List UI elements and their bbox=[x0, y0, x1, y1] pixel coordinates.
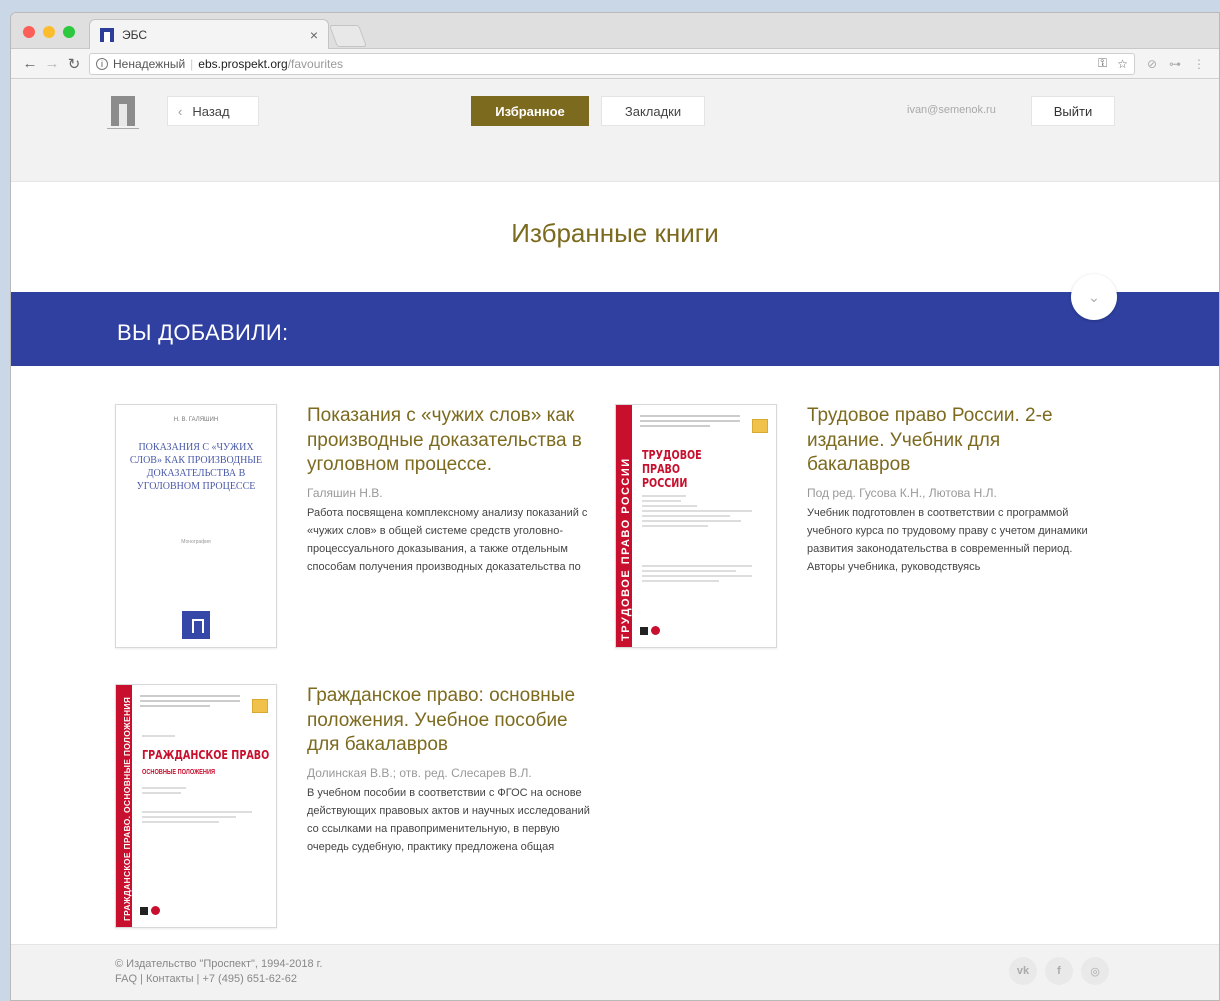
close-window-button[interactable] bbox=[23, 26, 35, 38]
browser-window: ЭБС × ← → ↻ i Ненадежный | ebs.prospekt.… bbox=[10, 12, 1220, 1001]
favourites-list: Н. В. ГАЛЯШИН ПОКАЗАНИЯ С «ЧУЖИХ СЛОВ» К… bbox=[11, 366, 1219, 928]
extension-key-icon[interactable]: ⊶ bbox=[1169, 57, 1181, 71]
forward-arrow-icon[interactable]: → bbox=[41, 55, 63, 72]
browser-toolbar: ← → ↻ i Ненадежный | ebs.prospekt.org /f… bbox=[11, 49, 1219, 79]
footer-links[interactable]: FAQ | Контакты | +7 (495) 651-62-62 bbox=[115, 972, 322, 987]
chevron-left-icon: ‹ bbox=[178, 103, 183, 119]
instagram-icon[interactable]: ◎ bbox=[1081, 957, 1109, 985]
book-description: Работа посвящена комплексному анализу по… bbox=[307, 507, 588, 574]
cover-author: Н. В. ГАЛЯШИН bbox=[173, 417, 219, 423]
star-icon[interactable]: ☆ bbox=[1117, 57, 1128, 71]
book-cover[interactable]: Н. В. ГАЛЯШИН ПОКАЗАНИЯ С «ЧУЖИХ СЛОВ» К… bbox=[115, 404, 277, 648]
chevron-down-icon[interactable]: ⌄ bbox=[1071, 274, 1117, 320]
vk-icon[interactable]: vk bbox=[1009, 957, 1037, 985]
url-host: ebs.prospekt.org bbox=[198, 56, 288, 71]
book-title[interactable]: Трудовое право России. 2-е издание. Учеб… bbox=[807, 404, 1097, 478]
tab-title: ЭБС bbox=[122, 27, 148, 42]
back-button-label: Назад bbox=[192, 103, 230, 119]
book-authors: Долинская В.В.; отв. ред. Слесарев В.Л. bbox=[307, 766, 532, 781]
cover-spine: ТРУДОВОЕ ПРАВО РОССИИ bbox=[616, 405, 632, 647]
book-cover[interactable]: ТРУДОВОЕ ПРАВО РОССИИ ТРУДОВОЕ ПРАВО РОС… bbox=[615, 404, 777, 648]
cover-subtitle: ОСНОВНЫЕ ПОЛОЖЕНИЯ bbox=[142, 769, 216, 776]
site-header: ‹ Назад Избранное Закладки ivan@semenok.… bbox=[11, 80, 1219, 182]
cover-subtitle: Монография bbox=[181, 539, 211, 545]
publisher-logos-icon bbox=[640, 626, 660, 635]
window-controls bbox=[23, 26, 75, 38]
section-band: ВЫ ДОБАВИЛИ: ⌄ bbox=[11, 274, 1219, 366]
cover-title: ПОКАЗАНИЯ С «ЧУЖИХ СЛОВ» КАК ПРОИЗВОДНЫЕ… bbox=[129, 442, 263, 492]
bookmarks-button[interactable]: Закладки bbox=[601, 96, 705, 126]
menu-icon[interactable]: ⋮ bbox=[1193, 57, 1205, 71]
reload-icon[interactable]: ↻ bbox=[63, 55, 85, 73]
browser-tab[interactable]: ЭБС × bbox=[89, 19, 329, 49]
tab-close-icon[interactable]: × bbox=[310, 27, 318, 43]
favourites-button[interactable]: Избранное bbox=[471, 96, 589, 126]
url-path: /favourites bbox=[287, 56, 344, 71]
cover-badge-icon bbox=[252, 699, 268, 713]
book-authors: Галяшин Н.В. bbox=[307, 486, 383, 501]
publisher-logo-icon bbox=[182, 611, 210, 639]
back-arrow-icon[interactable]: ← bbox=[19, 55, 41, 72]
minimize-window-button[interactable] bbox=[43, 26, 55, 38]
book-title[interactable]: Показания с «чужих слов» как производные… bbox=[307, 404, 597, 478]
book-cover[interactable]: ГРАЖДАНСКОЕ ПРАВО. ОСНОВНЫЕ ПОЛОЖЕНИЯ ГР… bbox=[115, 684, 277, 928]
book-card: Н. В. ГАЛЯШИН ПОКАЗАНИЯ С «ЧУЖИХ СЛОВ» К… bbox=[115, 404, 615, 654]
page-title-section: Избранные книги bbox=[11, 182, 1219, 292]
key-icon[interactable]: ⚿ bbox=[1098, 56, 1107, 71]
book-description: В учебном пособии в соответствии с ФГОС … bbox=[307, 787, 590, 854]
page-title: Избранные книги bbox=[511, 217, 719, 248]
address-bar[interactable]: i Ненадежный | ebs.prospekt.org /favouri… bbox=[89, 52, 1135, 75]
cover-spine-text: ГРАЖДАНСКОЕ ПРАВО. ОСНОВНЫЕ ПОЛОЖЕНИЯ bbox=[122, 696, 132, 921]
new-tab-button[interactable] bbox=[328, 25, 368, 47]
book-card: ГРАЖДАНСКОЕ ПРАВО. ОСНОВНЫЕ ПОЛОЖЕНИЯ ГР… bbox=[115, 684, 615, 934]
book-description: Учебник подготовлен в соответствии с про… bbox=[807, 507, 1088, 574]
book-title[interactable]: Гражданское право: основные положения. У… bbox=[307, 684, 597, 758]
insecure-label: Ненадежный bbox=[113, 56, 186, 71]
tab-strip: ЭБС × bbox=[11, 13, 1219, 49]
page-content: ‹ Назад Избранное Закладки ivan@semenok.… bbox=[11, 80, 1219, 1000]
logout-button[interactable]: Выйти bbox=[1031, 96, 1115, 126]
facebook-icon[interactable]: f bbox=[1045, 957, 1073, 985]
book-authors: Под ред. Гусова К.Н., Лютова Н.Л. bbox=[807, 486, 997, 501]
site-footer: © Издательство "Проспект", 1994-2018 г. … bbox=[11, 944, 1219, 1000]
cover-spine-text: ТРУДОВОЕ ПРАВО РОССИИ bbox=[620, 457, 632, 641]
maximize-window-button[interactable] bbox=[63, 26, 75, 38]
social-links: vk f ◎ bbox=[1009, 957, 1109, 985]
extension-icon[interactable]: ⊘ bbox=[1147, 57, 1157, 71]
cover-title: ГРАЖДАНСКОЕ ПРАВО bbox=[142, 748, 270, 762]
publisher-logos-icon bbox=[140, 906, 160, 915]
site-favicon-icon bbox=[100, 27, 114, 42]
section-title: ВЫ ДОБАВИЛИ: bbox=[117, 320, 289, 345]
copyright-text: © Издательство "Проспект", 1994-2018 г. bbox=[115, 958, 323, 970]
url-separator: | bbox=[190, 56, 194, 71]
user-email: ivan@semenok.ru bbox=[907, 104, 996, 116]
cover-spine: ГРАЖДАНСКОЕ ПРАВО. ОСНОВНЫЕ ПОЛОЖЕНИЯ bbox=[116, 685, 132, 927]
book-card: ТРУДОВОЕ ПРАВО РОССИИ ТРУДОВОЕ ПРАВО РОС… bbox=[615, 404, 1115, 654]
info-icon[interactable]: i bbox=[96, 57, 108, 70]
cover-badge-icon bbox=[752, 419, 768, 433]
back-button[interactable]: ‹ Назад bbox=[167, 96, 259, 126]
cover-title: ТРУДОВОЕ ПРАВО РОССИИ bbox=[642, 448, 702, 490]
prospekt-logo[interactable] bbox=[107, 94, 139, 134]
